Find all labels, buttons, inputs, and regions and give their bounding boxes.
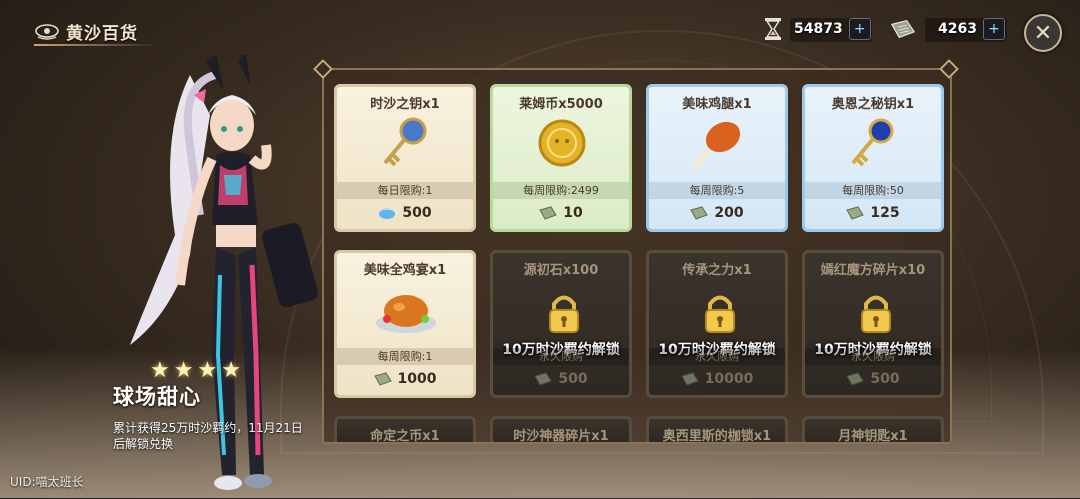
shop-item-inheritance-power-locked[interactable]: 传承之力x1 10万时沙羁约解锁 永久限购 10000: [646, 250, 788, 398]
player-uid: UID:喵太班长: [10, 475, 84, 489]
add-hourglass-button[interactable]: +: [848, 18, 871, 40]
contract-scroll-icon: [539, 206, 558, 220]
shop-item-moon-god-key[interactable]: 月神钥匙x1: [802, 416, 944, 444]
shop-item-fate-coin[interactable]: 命定之币x1: [334, 416, 476, 444]
item-price-value: 1000: [397, 371, 437, 387]
shop-title: 黄沙百货: [34, 16, 152, 46]
item-price: 500: [493, 371, 629, 387]
star-icon: ★: [221, 358, 241, 383]
item-purchase-limit: 每日限购:1: [337, 182, 473, 199]
hourglass-count: 54873: [794, 21, 843, 37]
item-name: 传承之力x1: [682, 263, 752, 278]
gold-coin-icon: [529, 113, 595, 173]
shop-item-lime-coin[interactable]: 莱姆币x5000 每周限购:2499 10: [490, 84, 632, 232]
shop-item-chicken-leg[interactable]: 美味鸡腿x1 每周限购:5 200: [646, 84, 788, 232]
item-price-value: 10000: [704, 371, 754, 387]
shop-title-text: 黄沙百货: [66, 23, 138, 44]
contract-scroll-icon: [890, 16, 916, 42]
item-name: 嫣红魔方碎片x10: [820, 263, 926, 278]
item-price: 200: [649, 205, 785, 221]
item-purchase-limit: 每周限购:2499: [493, 182, 629, 199]
close-button[interactable]: ✕: [1024, 14, 1062, 52]
item-name: 源初石x100: [523, 263, 599, 278]
eye-emblem-icon: [34, 21, 60, 41]
contract-scroll-icon: [690, 206, 709, 220]
item-price: 500: [805, 371, 941, 387]
contract-scroll-icon: [846, 372, 865, 386]
blue-crystal-icon: [378, 206, 396, 220]
shop-panel: 时沙之钥x1 每日限购:1 500 莱姆币x5000 每周限购:2499 10 …: [322, 68, 952, 444]
item-purchase-limit: 永久限购: [649, 348, 785, 365]
item-purchase-limit: 永久限购: [493, 348, 629, 365]
item-purchase-limit: 永久限购: [805, 348, 941, 365]
item-price-value: 500: [870, 371, 900, 387]
roast-chicken-icon: [373, 279, 439, 339]
item-name: 奥西里斯的枷锁x1: [662, 429, 772, 444]
item-name: 美味鸡腿x1: [682, 97, 752, 112]
hourglass-icon: [760, 16, 786, 42]
shop-item-origin-stone-locked[interactable]: 源初石x100 10万时沙羁约解锁 永久限购 500: [490, 250, 632, 398]
contract-scroll-icon: [846, 206, 865, 220]
item-name: 命定之币x1: [370, 429, 440, 444]
item-name: 时沙神器碎片x1: [513, 429, 609, 444]
item-name: 奥恩之秘钥x1: [831, 97, 915, 112]
item-name: 时沙之钥x1: [370, 97, 440, 112]
item-price: 10: [493, 205, 629, 221]
star-icon: ★: [150, 358, 170, 383]
contract-scroll-icon: [680, 372, 699, 386]
star-icon: ★: [197, 358, 218, 383]
lock-icon: [858, 293, 894, 333]
item-price-value: 500: [402, 205, 432, 221]
item-purchase-limit: 每周限购:5: [649, 182, 785, 199]
shop-item-oen-secret-key[interactable]: 奥恩之秘钥x1 每周限购:50 125: [802, 84, 944, 232]
item-name: 莱姆币x5000: [519, 97, 603, 112]
item-name: 月神钥匙x1: [838, 429, 908, 444]
item-price: 10000: [649, 371, 785, 387]
shop-item-crimson-cube-locked[interactable]: 嫣红魔方碎片x10 10万时沙羁约解锁 永久限购 500: [802, 250, 944, 398]
character-unlock-description: 累计获得25万时沙羁约，11月21日后解锁兑换: [113, 421, 303, 451]
chicken-leg-icon: [685, 113, 751, 173]
contract-scroll-icon: [373, 372, 392, 386]
currency-contract: 4263 +: [890, 15, 1005, 43]
shop-item-sand-artifact-shard[interactable]: 时沙神器碎片x1: [490, 416, 632, 444]
blue-gem-key-icon: [841, 113, 907, 173]
contract-count: 4263: [938, 21, 977, 37]
item-price-value: 200: [714, 205, 744, 221]
item-purchase-limit: 每周限购:50: [805, 182, 941, 199]
title-underline: [34, 44, 159, 46]
item-price-value: 500: [558, 371, 588, 387]
shop-item-time-sand-key[interactable]: 时沙之钥x1 每日限购:1 500: [334, 84, 476, 232]
item-name: 美味全鸡宴x1: [363, 263, 447, 278]
key-icon: [373, 113, 439, 173]
character-name: 球场甜心: [113, 385, 201, 409]
item-price: 500: [337, 205, 473, 221]
item-price: 1000: [337, 371, 473, 387]
item-price: 125: [805, 205, 941, 221]
lock-icon: [546, 293, 582, 333]
lock-icon: [702, 293, 738, 333]
item-price-value: 125: [870, 205, 900, 221]
add-contract-button[interactable]: +: [982, 18, 1005, 40]
item-purchase-limit: 每周限购:1: [337, 348, 473, 365]
contract-scroll-icon: [534, 372, 553, 386]
star-icon: ★: [173, 358, 194, 383]
shop-item-chicken-feast[interactable]: 美味全鸡宴x1 每周限购:1 1000: [334, 250, 476, 398]
item-price-value: 10: [563, 205, 583, 221]
shop-item-osiris-shackles[interactable]: 奥西里斯的枷锁x1: [646, 416, 788, 444]
currency-hourglass: 54873 +: [760, 15, 871, 43]
character-star-rating: ★ ★ ★ ★: [150, 358, 241, 383]
